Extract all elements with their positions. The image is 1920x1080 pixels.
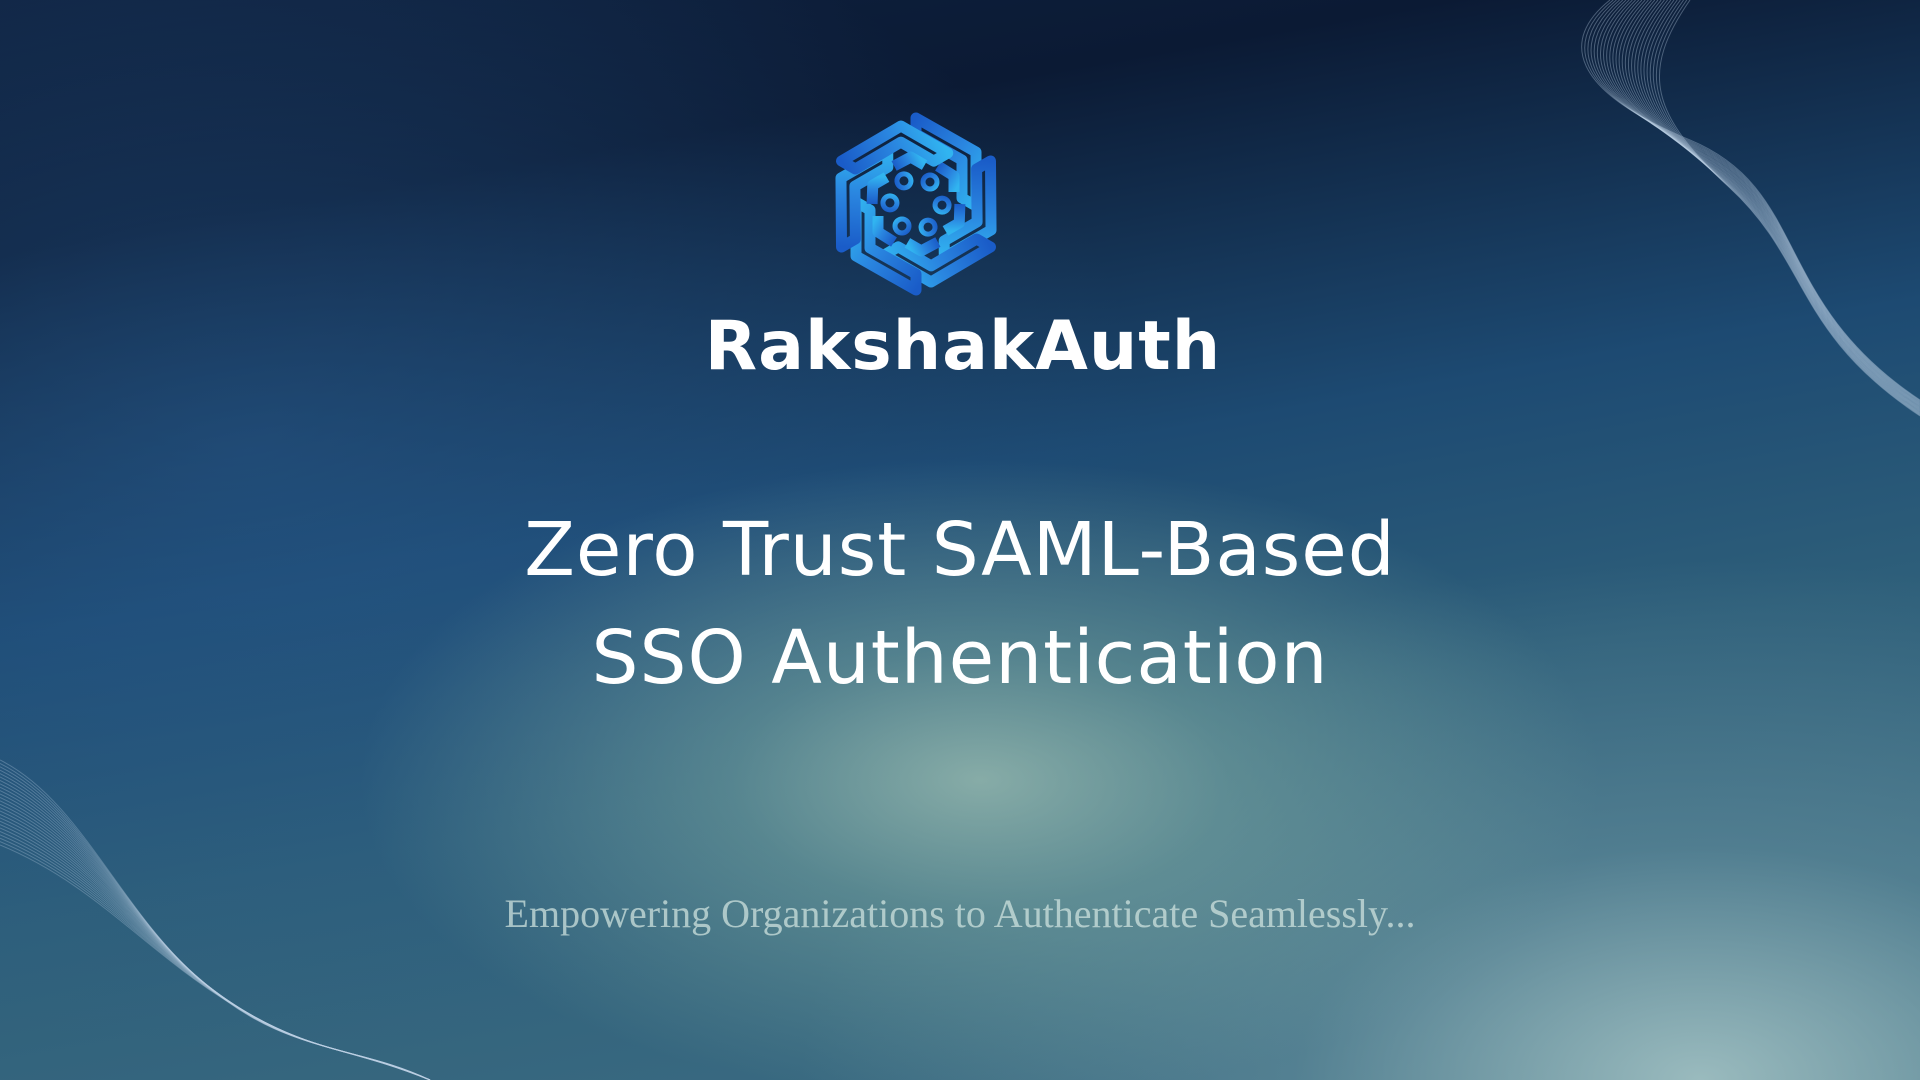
hexagon-circuit-icon <box>826 110 1006 298</box>
wave-line <box>0 813 431 1080</box>
slide-title-line-2: SSO Authentication <box>591 615 1329 701</box>
wave-line <box>0 803 431 1080</box>
wave-line <box>0 817 431 1080</box>
wave-line <box>0 824 431 1080</box>
wave-line <box>0 827 431 1080</box>
wave-line <box>0 841 431 1080</box>
slide-title: Zero Trust SAML-Based SSO Authentication <box>0 496 1920 712</box>
wave-line <box>0 844 431 1080</box>
slide-title-line-1: Zero Trust SAML-Based <box>524 507 1396 593</box>
slide-tagline: Empowering Organizations to Authenticate… <box>504 891 1416 936</box>
wave-line <box>0 834 431 1080</box>
wave-line <box>0 837 431 1080</box>
wave-line <box>0 820 431 1080</box>
wave-line <box>0 830 431 1080</box>
brand-name: RakshakAuth <box>704 307 1222 386</box>
wave-line <box>0 810 431 1080</box>
title-slide: RakshakAuth Zero Trust SAML-Based SSO Au… <box>0 0 1920 1080</box>
wave-line <box>0 807 431 1080</box>
